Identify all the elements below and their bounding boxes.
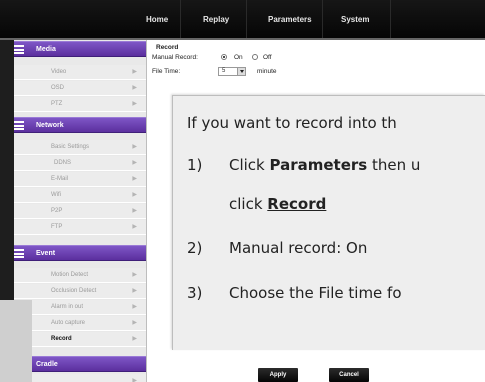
- sidebar-item-label: Video: [51, 69, 67, 75]
- chevron-right-icon: ▶: [132, 272, 137, 278]
- sidebar-item-wifi[interactable]: Wifi ▶: [14, 188, 146, 203]
- sidebar-item-occlusion-detect[interactable]: Occlusion Detect ▶: [14, 284, 146, 299]
- manual-record-on-radio[interactable]: [221, 54, 227, 60]
- sidebar-item-alarm-in-out[interactable]: Alarm in out ▶: [14, 300, 146, 315]
- sidebar-item-label: FTP: [51, 224, 63, 230]
- sidebar-item-basic-settings[interactable]: Basic Settings ▶: [14, 140, 146, 155]
- form-title: Record: [156, 44, 179, 51]
- sidebar-item-video[interactable]: Video ▶: [14, 65, 146, 80]
- chevron-right-icon: ▶: [132, 208, 137, 214]
- step-number: 1): [187, 156, 203, 174]
- chevron-right-icon: ▶: [132, 224, 137, 230]
- sidebar-section-title: Event: [36, 250, 56, 257]
- step-3-text: Choose the File time fo: [229, 284, 402, 302]
- sidebar-item-record[interactable]: Record ▶: [14, 332, 146, 347]
- nav-home[interactable]: Home: [146, 0, 168, 40]
- sidebar-section-title: Cradle: [36, 361, 58, 368]
- sidebar-section-title: Network: [36, 122, 64, 129]
- sidebar-item-label: Motion Detect: [51, 272, 89, 278]
- sidebar-item-label: Alarm in out: [51, 304, 84, 310]
- step-text: Click: [229, 156, 270, 174]
- nav-replay[interactable]: Replay: [203, 0, 229, 40]
- nav-divider: [390, 0, 391, 40]
- manual-record-on-label: On: [234, 54, 243, 61]
- file-time-select[interactable]: 5: [218, 67, 246, 76]
- chevron-right-icon: ▶: [132, 101, 137, 107]
- step-text: click: [229, 195, 268, 213]
- chevron-right-icon: ▶: [132, 378, 137, 382]
- step-emphasis: Parameters: [269, 156, 368, 174]
- step-1-text: Click Parameters then u: [229, 155, 420, 175]
- sidebar-item-label: P2P: [51, 208, 63, 214]
- chevron-right-icon: ▶: [132, 69, 137, 75]
- sidebar-section-event[interactable]: Event: [0, 245, 146, 261]
- manual-record-off-label: Off: [263, 54, 272, 61]
- chevron-right-icon: ▶: [132, 144, 137, 150]
- sidebar-item-label: OSD: [51, 85, 65, 91]
- sidebar-section-title: Media: [36, 46, 56, 53]
- sidebar-section-media[interactable]: Media: [0, 41, 146, 57]
- grey-background-panel: [0, 300, 32, 382]
- sidebar-item-osd[interactable]: OSD ▶: [14, 81, 146, 96]
- chevron-right-icon: ▶: [132, 85, 137, 91]
- cancel-button[interactable]: Cancel: [329, 368, 369, 382]
- chevron-right-icon: ▶: [132, 288, 137, 294]
- nav-divider: [322, 0, 323, 40]
- sidebar-item-motion-detect[interactable]: Motion Detect ▶: [14, 268, 146, 283]
- apply-button[interactable]: Apply: [258, 368, 298, 382]
- sidebar-item-label: Record: [51, 336, 72, 342]
- sidebar-item-label: Wifi: [51, 192, 61, 198]
- sidebar-item-label: E-Mail: [51, 176, 69, 182]
- nav-divider: [180, 0, 181, 40]
- file-time-value: 5: [222, 68, 226, 74]
- nav-divider: [246, 0, 247, 40]
- file-time-label: File Time:: [152, 68, 181, 75]
- step-text: then u: [367, 156, 421, 174]
- sidebar-item-ddns[interactable]: DDNS ▶: [14, 156, 146, 171]
- nav-parameters[interactable]: Parameters: [268, 0, 312, 40]
- menu-list-icon: [14, 249, 24, 258]
- sidebar-section-network[interactable]: Network: [0, 117, 146, 133]
- step-1-continued: click Record: [229, 194, 326, 214]
- manual-record-off-radio[interactable]: [252, 54, 258, 60]
- step-number: 3): [187, 284, 203, 302]
- chevron-down-icon: [237, 68, 245, 75]
- chevron-right-icon: ▶: [132, 336, 137, 342]
- step-2-text: Manual record: On: [229, 239, 368, 257]
- sidebar-item-partial[interactable]: ▶: [14, 374, 146, 382]
- chevron-right-icon: ▶: [132, 160, 137, 166]
- chevron-right-icon: ▶: [132, 192, 137, 198]
- sidebar-item-ftp[interactable]: FTP ▶: [14, 220, 146, 235]
- sidebar-item-p2p[interactable]: P2P ▶: [14, 204, 146, 219]
- sidebar-item-auto-capture[interactable]: Auto capture ▶: [14, 316, 146, 331]
- sidebar-item-label: DDNS: [54, 160, 72, 166]
- sidebar-item-label: Auto capture: [51, 320, 86, 326]
- top-navigation-bar: Home Replay Parameters System: [0, 0, 485, 40]
- manual-record-label: Manual Record:: [152, 54, 198, 61]
- instruction-intro: If you want to record into th: [187, 114, 397, 132]
- chevron-right-icon: ▶: [132, 320, 137, 326]
- file-time-unit: minute: [257, 68, 277, 75]
- sidebar-item-label: Basic Settings: [51, 144, 90, 150]
- menu-list-icon: [14, 45, 24, 54]
- nav-system[interactable]: System: [341, 0, 369, 40]
- chevron-right-icon: ▶: [132, 304, 137, 310]
- sidebar-item-ptz[interactable]: PTZ ▶: [14, 97, 146, 112]
- instruction-callout: If you want to record into th 1) Click P…: [172, 95, 485, 350]
- menu-list-icon: [14, 121, 24, 130]
- sidebar-item-label: Occlusion Detect: [51, 288, 97, 294]
- sidebar-item-email[interactable]: E-Mail ▶: [14, 172, 146, 187]
- sidebar-item-label: PTZ: [51, 101, 63, 107]
- chevron-right-icon: ▶: [132, 176, 137, 182]
- step-number: 2): [187, 239, 203, 257]
- step-link: Record: [267, 195, 327, 213]
